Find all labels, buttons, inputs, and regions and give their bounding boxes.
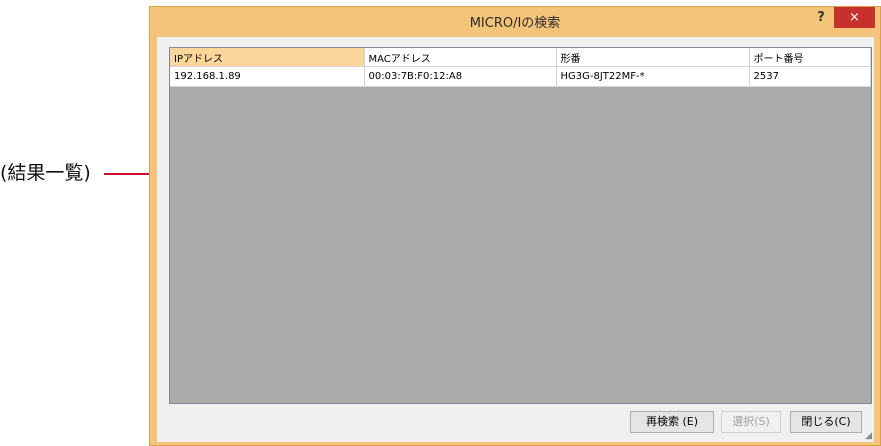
help-button[interactable]: ?: [810, 8, 832, 28]
title-bar[interactable]: MICRO/Iの検索 ? ×: [150, 7, 880, 33]
micro-i-search-dialog: MICRO/Iの検索 ? × IPアドレス MACアドレス 形番 ポート番号 1…: [149, 6, 881, 446]
close-button[interactable]: 閉じる(C): [790, 411, 862, 433]
dialog-client-area: IPアドレス MACアドレス 形番 ポート番号 192.168.1.89 00:…: [157, 37, 874, 442]
cell-model: HG3G-8JT22MF-*: [556, 66, 750, 87]
column-header-ip-address[interactable]: IPアドレス: [170, 48, 365, 67]
dialog-title: MICRO/Iの検索: [469, 16, 561, 31]
column-header-mac-address[interactable]: MACアドレス: [364, 48, 557, 67]
table-header-row: IPアドレス MACアドレス 形番 ポート番号: [170, 48, 871, 67]
column-header-port-number[interactable]: ポート番号: [749, 48, 871, 67]
research-button[interactable]: 再検索 (E): [630, 411, 714, 433]
table-row[interactable]: 192.168.1.89 00:03:7B:F0:12:A8 HG3G-8JT2…: [170, 66, 871, 87]
results-list[interactable]: IPアドレス MACアドレス 形番 ポート番号 192.168.1.89 00:…: [169, 47, 872, 404]
results-list-annotation-label: (結果一覧): [0, 162, 91, 184]
results-table: IPアドレス MACアドレス 形番 ポート番号 192.168.1.89 00:…: [170, 48, 871, 87]
select-button[interactable]: 選択(S): [721, 411, 781, 433]
close-window-button[interactable]: ×: [834, 7, 875, 28]
column-header-model[interactable]: 形番: [556, 48, 750, 67]
close-icon: ×: [849, 10, 860, 25]
cell-port-number: 2537: [749, 66, 871, 87]
cell-mac-address: 00:03:7B:F0:12:A8: [364, 66, 557, 87]
resize-grip-icon[interactable]: ◢: [865, 432, 872, 441]
cell-ip-address: 192.168.1.89: [170, 66, 365, 87]
